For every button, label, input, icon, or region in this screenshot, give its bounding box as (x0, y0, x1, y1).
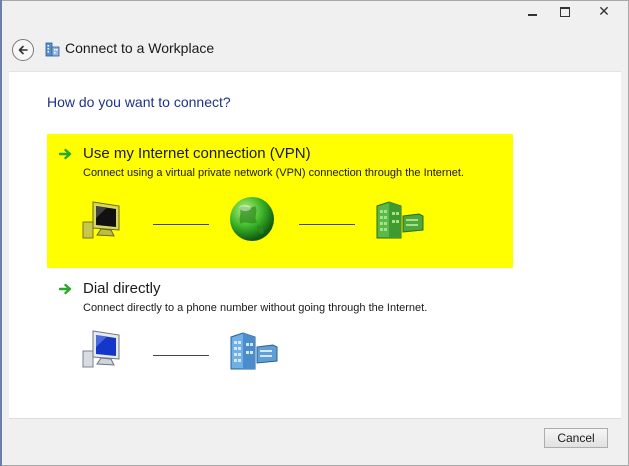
globe-icon (230, 197, 274, 241)
option-dial-description: Connect directly to a phone number witho… (83, 302, 428, 314)
close-icon: ✕ (598, 4, 610, 20)
dial-diagram (47, 329, 513, 389)
wizard-header: Connect to a Workplace (0, 30, 629, 70)
computer-icon (82, 201, 120, 239)
window-title: Connect to a Workplace (65, 40, 215, 56)
option-dial[interactable]: Dial directly Connect directly to a phon… (47, 269, 557, 397)
maximize-button[interactable] (552, 1, 578, 23)
option-vpn[interactable]: Use my Internet connection (VPN) Connect… (47, 134, 513, 268)
cancel-button[interactable]: Cancel (544, 428, 608, 448)
minimize-button[interactable] (519, 1, 545, 23)
wizard-content: How do you want to connect? Use my Inter… (9, 71, 621, 418)
page-heading: How do you want to connect? (47, 94, 231, 110)
vpn-diagram (47, 194, 513, 254)
back-button[interactable] (12, 39, 34, 61)
option-vpn-title: Use my Internet connection (VPN) (83, 145, 311, 162)
workplace-icon (45, 42, 60, 57)
computer-icon (82, 330, 120, 368)
footer-divider (9, 418, 621, 419)
green-arrow-icon (59, 283, 72, 295)
back-arrow-icon (18, 45, 28, 55)
green-arrow-icon (59, 148, 72, 160)
minimize-icon (527, 14, 537, 16)
option-vpn-description: Connect using a virtual private network … (83, 167, 464, 179)
option-dial-title: Dial directly (83, 280, 161, 297)
connection-line (153, 355, 209, 356)
connection-line (299, 224, 355, 225)
maximize-icon (560, 7, 570, 17)
server-building-icon (230, 332, 278, 370)
close-button[interactable]: ✕ (583, 1, 625, 23)
server-building-icon (376, 201, 424, 239)
connection-line (153, 224, 209, 225)
